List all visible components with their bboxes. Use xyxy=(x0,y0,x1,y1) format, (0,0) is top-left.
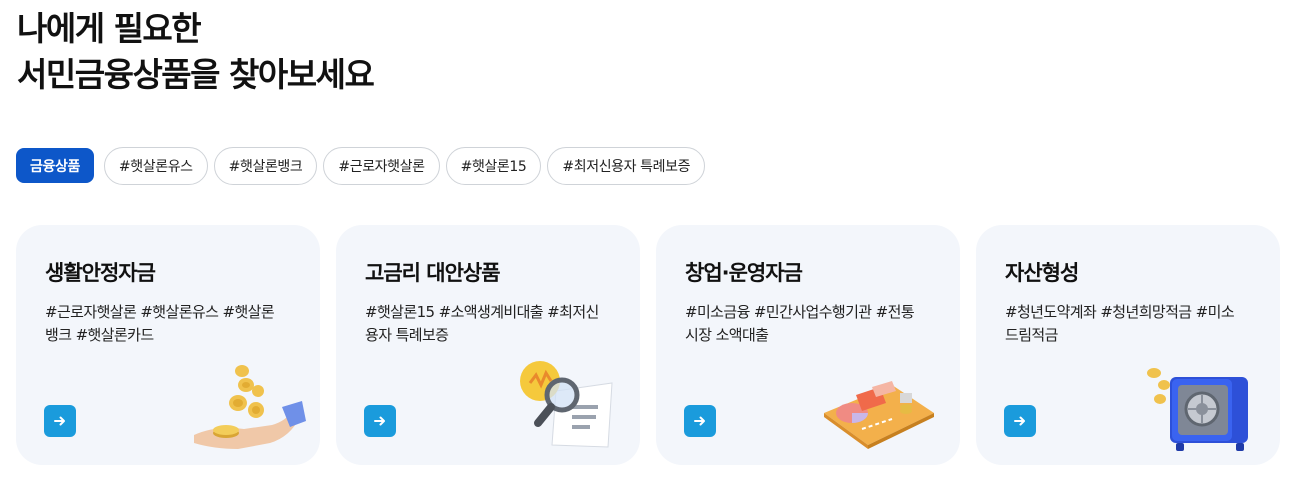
magnifier-document-icon xyxy=(520,361,613,448)
tag-lowest-credit-guarantee[interactable]: #최저신용자 특례보증 xyxy=(547,147,706,185)
headline-line-2: 서민금융상품을 찾아보세요 xyxy=(17,55,375,94)
card-tags: #청년도약계좌 #청년희망적금 #미소드림적금 xyxy=(1005,303,1235,344)
card-tags: #근로자햇살론 #햇살론유스 #햇살론뱅크 #햇살론카드 xyxy=(45,303,275,344)
tag-sunshine-loan-youth[interactable]: #햇살론유스 xyxy=(103,147,208,185)
arrow-right-icon xyxy=(374,416,385,426)
business-chart-icon xyxy=(824,381,934,449)
arrow-right-icon xyxy=(1014,416,1025,426)
card-startup-operating-fund[interactable]: 창업·운영자금 #미소금융 #민간사업수행기관 #전통시장 소액대출 xyxy=(656,225,960,465)
coins-hand-icon xyxy=(194,365,306,449)
tag-financial-products[interactable]: 금융상품 xyxy=(16,148,94,183)
arrow-right-button[interactable] xyxy=(1004,405,1036,437)
card-title: 생활안정자금 xyxy=(45,261,156,285)
card-title: 자산형성 xyxy=(1005,261,1079,285)
card-title: 창업·운영자금 xyxy=(685,261,803,285)
safe-icon xyxy=(1147,368,1248,451)
tag-sunshine-loan-15[interactable]: #햇살론15 xyxy=(445,147,542,185)
card-tags: #미소금융 #민간사업수행기관 #전통시장 소액대출 xyxy=(685,303,915,344)
card-living-stability-fund[interactable]: 생활안정자금 #근로자햇살론 #햇살론유스 #햇살론뱅크 #햇살론카드 xyxy=(16,225,320,465)
product-category-cards: 생활안정자금 #근로자햇살론 #햇살론유스 #햇살론뱅크 #햇살론카드 고금리 … xyxy=(16,225,1280,465)
card-asset-formation[interactable]: 자산형성 #청년도약계좌 #청년희망적금 #미소드림적금 xyxy=(976,225,1280,465)
arrow-right-button[interactable] xyxy=(44,405,76,437)
tag-sunshine-loan-bank[interactable]: #햇살론뱅크 xyxy=(213,147,318,185)
arrow-right-button[interactable] xyxy=(364,405,396,437)
tag-filter-bar: 금융상품 #햇살론유스 #햇살론뱅크 #근로자햇살론 #햇살론15 #최저신용자… xyxy=(16,147,706,185)
tag-worker-sunshine-loan[interactable]: #근로자햇살론 xyxy=(323,147,440,185)
arrow-right-icon xyxy=(54,416,65,426)
card-high-interest-alternative[interactable]: 고금리 대안상품 #햇살론15 #소액생계비대출 #최저신용자 특례보증 xyxy=(336,225,640,465)
arrow-right-icon xyxy=(694,416,705,426)
card-title: 고금리 대안상품 xyxy=(365,261,501,285)
page-headline: 나에게 필요한 서민금융상품을 찾아보세요 xyxy=(17,6,375,98)
headline-line-1: 나에게 필요한 xyxy=(17,9,202,48)
arrow-right-button[interactable] xyxy=(684,405,716,437)
card-tags: #햇살론15 #소액생계비대출 #최저신용자 특례보증 xyxy=(365,303,599,344)
